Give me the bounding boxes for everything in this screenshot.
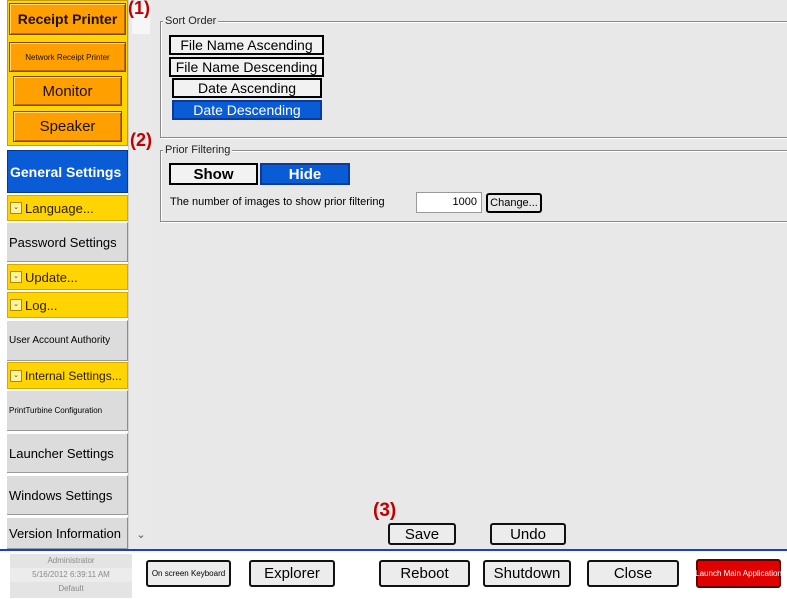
sort-order-title: Sort Order	[163, 15, 219, 27]
launch-main-application-button[interactable]: Launch Main Application	[695, 559, 782, 588]
sort-date-ascending-option[interactable]: Date Ascending	[172, 78, 322, 98]
sidebar: Receipt Printer Network Receipt Printer …	[0, 0, 128, 549]
monitor-button[interactable]: Monitor	[13, 76, 122, 106]
undo-button[interactable]: Undo	[490, 523, 566, 545]
chevron-down-icon: ⌄	[10, 271, 22, 283]
explorer-button[interactable]: Explorer	[249, 560, 335, 587]
sidebar-item-label: Internal Settings...	[25, 368, 122, 383]
sidebar-item-general-settings[interactable]: General Settings	[7, 150, 128, 193]
annotation-1: (1)	[128, 0, 150, 18]
sidebar-item-label: Version Information	[9, 525, 122, 541]
status-panel: Administrator 5/16/2012 6:39:11 AM Defau…	[10, 554, 132, 598]
sidebar-item-launcher-settings[interactable]: Launcher Settings	[7, 433, 128, 473]
status-profile: Default	[58, 584, 84, 593]
main-panel: Sort Order File Name Ascending File Name…	[152, 0, 787, 549]
sidebar-item-label: Windows Settings	[9, 487, 113, 503]
chevron-down-icon: ⌄	[10, 299, 22, 311]
scroll-down-icon[interactable]: ⌄	[132, 528, 150, 546]
prior-filtering-title: Prior Filtering	[163, 144, 233, 156]
sidebar-item-printturbine-configuration[interactable]: PrintTurbine Configuration	[7, 390, 128, 431]
sidebar-item-label: Launcher Settings	[9, 445, 114, 461]
chevron-down-icon: ⌄	[10, 369, 22, 382]
sort-date-descending-option[interactable]: Date Descending	[172, 100, 322, 120]
receipt-printer-button[interactable]: Receipt Printer	[9, 3, 126, 35]
sidebar-item-internal-settings[interactable]: ⌄ Internal Settings...	[7, 362, 128, 389]
prior-filter-count-label: The number of images to show prior filte…	[170, 196, 385, 208]
sidebar-item-label: User Account Authority	[9, 335, 111, 346]
sidebar-item-password-settings[interactable]: Password Settings	[7, 222, 128, 262]
sort-file-name-ascending-option[interactable]: File Name Ascending	[169, 35, 324, 55]
annotation-3: (3)	[373, 500, 397, 521]
shutdown-button[interactable]: Shutdown	[483, 560, 571, 587]
on-screen-keyboard-button[interactable]: On screen Keyboard	[146, 560, 231, 587]
status-datetime: 5/16/2012 6:39:11 AM	[10, 568, 132, 582]
sidebar-item-windows-settings[interactable]: Windows Settings	[7, 475, 128, 515]
status-user: Administrator	[47, 556, 95, 565]
bottom-bar: Administrator 5/16/2012 6:39:11 AM Defau…	[0, 549, 787, 599]
sidebar-item-label: Update...	[25, 269, 78, 285]
chevron-down-icon: ⌄	[10, 202, 22, 214]
sidebar-item-label: Password Settings	[9, 234, 117, 250]
reboot-button[interactable]: Reboot	[379, 560, 470, 587]
sidebar-item-label: Log...	[25, 297, 58, 313]
prior-filter-count-field[interactable]: 1000	[416, 192, 482, 213]
sidebar-item-label: Language...	[25, 200, 94, 216]
sidebar-scrollbar[interactable]: ⌄	[128, 0, 152, 549]
save-button[interactable]: Save	[388, 523, 456, 545]
sidebar-item-language[interactable]: ⌄ Language...	[7, 195, 128, 221]
sort-file-name-descending-option[interactable]: File Name Descending	[169, 57, 324, 77]
network-receipt-printer-button[interactable]: Network Receipt Printer	[9, 42, 126, 72]
close-button[interactable]: Close	[587, 560, 679, 587]
sidebar-item-label: PrintTurbine Configuration	[9, 406, 103, 415]
annotation-2: (2)	[130, 130, 152, 150]
speaker-button[interactable]: Speaker	[13, 111, 122, 142]
sidebar-item-version-information[interactable]: Version Information	[7, 517, 128, 549]
sidebar-item-user-account-authority[interactable]: User Account Authority	[7, 320, 128, 361]
hide-option[interactable]: Hide	[260, 163, 350, 185]
sidebar-item-log[interactable]: ⌄ Log...	[7, 292, 128, 318]
change-button[interactable]: Change...	[486, 193, 542, 213]
sidebar-item-label: General Settings	[10, 163, 122, 180]
sidebar-item-update[interactable]: ⌄ Update...	[7, 264, 128, 290]
show-option[interactable]: Show	[169, 163, 258, 185]
